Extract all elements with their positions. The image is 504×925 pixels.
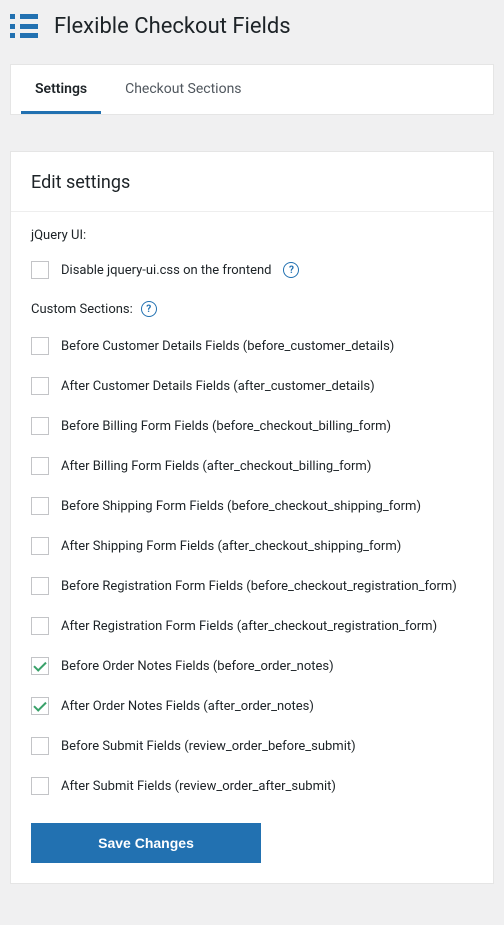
help-icon[interactable]: ? (283, 262, 299, 278)
submit-wrap: Save Changes (31, 823, 473, 863)
custom-section-label[interactable]: Before Order Notes Fields (before_order_… (61, 659, 334, 674)
custom-section-row: After Order Notes Fields (after_order_no… (31, 697, 473, 715)
custom-section-label[interactable]: Before Billing Form Fields (before_check… (61, 419, 391, 434)
custom-section-checkbox[interactable] (31, 737, 49, 755)
custom-section-checkbox[interactable] (31, 497, 49, 515)
custom-section-label[interactable]: Before Customer Details Fields (before_c… (61, 339, 394, 354)
tabs: Settings Checkout Sections (11, 65, 493, 114)
custom-sections-label: Custom Sections: ? (31, 301, 473, 317)
custom-sections-label-text: Custom Sections: (31, 302, 133, 317)
custom-section-row: After Submit Fields (review_order_after_… (31, 777, 473, 795)
custom-section-checkbox[interactable] (31, 377, 49, 395)
custom-section-row: Before Submit Fields (review_order_befor… (31, 737, 473, 755)
custom-section-row: After Shipping Form Fields (after_checko… (31, 537, 473, 555)
custom-section-row: Before Registration Form Fields (before_… (31, 577, 473, 595)
panel-header: Edit settings (11, 152, 493, 212)
tab-checkout-sections[interactable]: Checkout Sections (111, 65, 255, 114)
custom-section-label[interactable]: After Customer Details Fields (after_cus… (61, 379, 375, 394)
custom-section-row: Before Shipping Form Fields (before_chec… (31, 497, 473, 515)
custom-section-label[interactable]: After Registration Form Fields (after_ch… (61, 619, 437, 634)
tabs-container: Settings Checkout Sections (10, 64, 494, 115)
custom-section-row: After Billing Form Fields (after_checkou… (31, 457, 473, 475)
save-button[interactable]: Save Changes (31, 823, 261, 863)
jquery-ui-checkbox-row: Disable jquery-ui.css on the frontend ? (31, 261, 473, 279)
settings-panel: Edit settings jQuery UI: Disable jquery-… (10, 151, 494, 884)
custom-sections-list: Before Customer Details Fields (before_c… (31, 337, 473, 795)
help-icon[interactable]: ? (141, 301, 157, 317)
jquery-ui-label: jQuery UI: (31, 228, 473, 243)
custom-section-label[interactable]: Before Submit Fields (review_order_befor… (61, 739, 356, 754)
custom-section-label[interactable]: After Shipping Form Fields (after_checko… (61, 539, 401, 554)
custom-section-checkbox[interactable] (31, 457, 49, 475)
jquery-ui-checkbox[interactable] (31, 261, 49, 279)
custom-section-label[interactable]: Before Shipping Form Fields (before_chec… (61, 499, 421, 514)
custom-section-label[interactable]: After Submit Fields (review_order_after_… (61, 779, 336, 794)
custom-section-row: After Customer Details Fields (after_cus… (31, 377, 473, 395)
custom-section-label[interactable]: After Order Notes Fields (after_order_no… (61, 699, 314, 714)
custom-section-row: Before Order Notes Fields (before_order_… (31, 657, 473, 675)
page-header: Flexible Checkout Fields (0, 0, 504, 64)
custom-section-row: Before Customer Details Fields (before_c… (31, 337, 473, 355)
panel-body: jQuery UI: Disable jquery-ui.css on the … (11, 212, 493, 883)
custom-section-label[interactable]: Before Registration Form Fields (before_… (61, 579, 457, 594)
custom-section-checkbox[interactable] (31, 697, 49, 715)
panel-title: Edit settings (31, 172, 473, 193)
custom-sections-group: Custom Sections: ? Before Customer Detai… (31, 301, 473, 795)
custom-section-row: Before Billing Form Fields (before_check… (31, 417, 473, 435)
jquery-ui-checkbox-label[interactable]: Disable jquery-ui.css on the frontend (61, 263, 271, 278)
custom-section-checkbox[interactable] (31, 417, 49, 435)
custom-section-checkbox[interactable] (31, 617, 49, 635)
custom-section-checkbox[interactable] (31, 537, 49, 555)
page-title: Flexible Checkout Fields (54, 14, 291, 39)
custom-section-checkbox[interactable] (31, 577, 49, 595)
tab-settings[interactable]: Settings (21, 65, 101, 114)
list-icon (10, 12, 38, 40)
custom-section-checkbox[interactable] (31, 657, 49, 675)
custom-section-row: After Registration Form Fields (after_ch… (31, 617, 473, 635)
custom-section-label[interactable]: After Billing Form Fields (after_checkou… (61, 459, 371, 474)
custom-section-checkbox[interactable] (31, 777, 49, 795)
custom-section-checkbox[interactable] (31, 337, 49, 355)
